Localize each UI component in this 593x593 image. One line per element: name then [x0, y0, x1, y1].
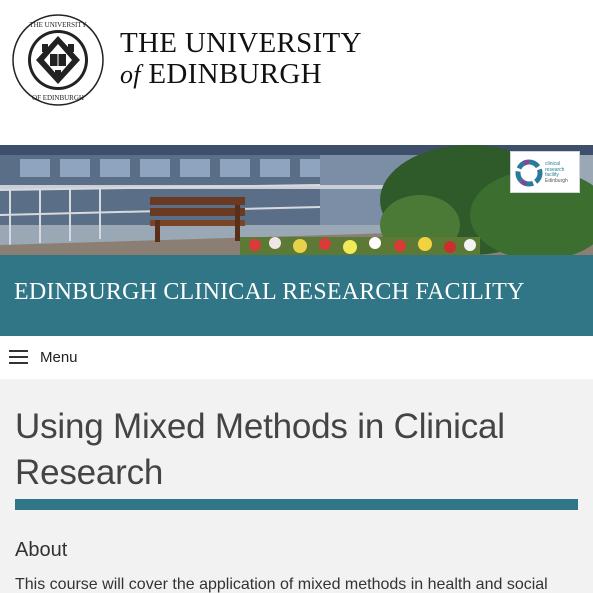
menu-bar: Menu	[0, 336, 593, 379]
facility-title-band: EDINBURGH CLINICAL RESEARCH FACILITY	[0, 255, 593, 336]
university-line-1: THE UNIVERSITY	[120, 27, 362, 59]
university-line-2: of EDINBURGH	[120, 58, 362, 91]
crf-line-4: Edinburgh	[545, 177, 568, 184]
university-edinburgh: EDINBURGH	[148, 58, 322, 90]
facility-title[interactable]: EDINBURGH CLINICAL RESEARCH FACILITY	[14, 279, 525, 306]
crf-ring-icon	[515, 159, 543, 187]
university-wordmark[interactable]: THE UNIVERSITY of EDINBURGH	[120, 28, 362, 91]
about-heading: About	[15, 539, 68, 561]
crf-logo[interactable]: clinical research facility Edinburgh	[510, 151, 580, 193]
banner-photo: clinical research facility Edinburgh	[0, 145, 593, 255]
svg-text:OF EDINBURGH: OF EDINBURGH	[32, 94, 84, 102]
banner-image	[0, 145, 593, 255]
page-title: Using Mixed Methods in Clinical Research	[15, 407, 505, 492]
site-header: THE UNIVERSITY OF EDINBURGH THE UNIVERSI…	[0, 0, 593, 145]
about-text: This course will cover the application o…	[15, 576, 548, 593]
university-crest-icon[interactable]: THE UNIVERSITY OF EDINBURGH	[12, 14, 104, 106]
crf-logo-text: clinical research facility Edinburgh	[545, 161, 568, 184]
main-content: Using Mixed Methods in Clinical Research…	[0, 379, 593, 593]
menu-button[interactable]: Menu	[40, 349, 78, 366]
university-of: of	[120, 60, 141, 89]
title-divider	[15, 499, 578, 510]
svg-text:THE UNIVERSITY: THE UNIVERSITY	[29, 21, 86, 29]
hamburger-icon[interactable]	[9, 350, 28, 364]
